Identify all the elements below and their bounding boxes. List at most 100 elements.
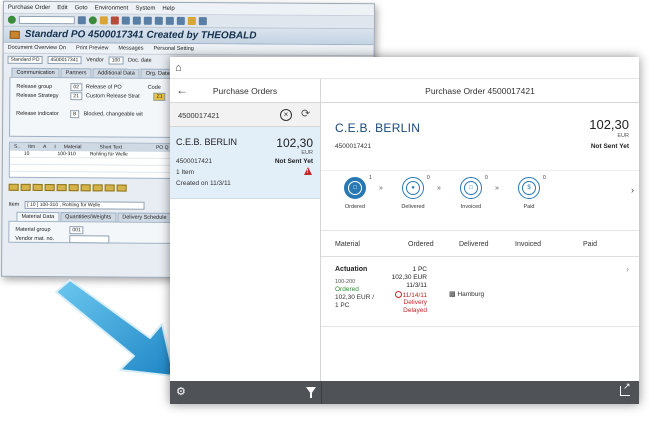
process-step-paid[interactable]: $ 0 Paid	[499, 175, 559, 210]
grid-tool-icon[interactable]	[116, 184, 127, 192]
list-item-currency: EUR	[301, 150, 313, 156]
search-bar: 4500017421 × ⟳	[170, 103, 320, 127]
page-prev-icon[interactable]	[154, 16, 163, 25]
personal-setting-button[interactable]: Personal Setting	[153, 46, 193, 52]
grid-tool-icon[interactable]	[44, 184, 55, 192]
list-item[interactable]: C.E.B. BERLIN 102,30 EUR 4500017421 Not …	[170, 127, 320, 199]
grid-tool-icon[interactable]	[104, 184, 115, 192]
home-icon[interactable]: ⌂	[175, 62, 182, 74]
filter-icon[interactable]	[306, 387, 316, 398]
tab-additional-data[interactable]: Additional Data	[92, 68, 140, 78]
clear-search-icon[interactable]: ×	[280, 109, 292, 121]
release-strategy-text: Custom Release Strat	[85, 92, 140, 100]
vendor-field[interactable]: 100	[108, 56, 124, 65]
ordered-qty: 1 PC	[412, 266, 427, 273]
release-indicator-code[interactable]: B	[70, 109, 80, 118]
grid-col-item: Itm	[28, 143, 36, 150]
menu-edit[interactable]: Edit	[57, 5, 67, 11]
help-icon[interactable]	[198, 17, 207, 26]
gear-icon[interactable]: ⚙	[176, 385, 186, 398]
object-amount: 102,30	[589, 117, 629, 132]
menu-purchase-order[interactable]: Purchase Order	[8, 4, 50, 10]
chevron-right-icon[interactable]: ›	[631, 185, 634, 195]
enter-icon[interactable]	[7, 15, 16, 24]
grid-tool-icon[interactable]	[20, 183, 31, 191]
object-vendor: C.E.B. BERLIN	[335, 121, 421, 135]
document-icon	[9, 30, 20, 39]
grid-tool-icon[interactable]	[68, 184, 79, 192]
new-session-icon[interactable]	[187, 16, 196, 26]
master-title: Purchase Orders	[212, 85, 278, 96]
row-material-id: 100-200	[335, 279, 356, 285]
grid-col-material: Material	[63, 144, 82, 151]
code-value: Z1	[153, 92, 166, 101]
exit-icon[interactable]	[99, 16, 108, 25]
ordered-count: 1	[369, 175, 372, 181]
cancel-icon[interactable]	[110, 16, 119, 25]
menu-help[interactable]: Help	[162, 5, 174, 11]
print-icon[interactable]	[121, 16, 130, 25]
invoiced-count: 0	[485, 175, 488, 181]
find-icon[interactable]	[132, 16, 141, 25]
ordered-date: 11/3/11	[406, 282, 427, 289]
messages-button[interactable]: Messages	[118, 46, 143, 52]
invoiced-circle: □ 0	[460, 175, 488, 199]
search-input[interactable]: 4500017421	[178, 111, 220, 120]
grid-tool-icon[interactable]	[92, 184, 103, 192]
row-amount: 102,30 EUR /	[335, 294, 375, 301]
list-item-created: Created on 11/3/11	[176, 180, 231, 187]
delivery-status-line-1: Delivery	[403, 299, 427, 306]
menu-goto[interactable]: Goto	[75, 5, 88, 11]
master-list-pane: ← Purchase Orders 4500017421 × ⟳ C.E.B. …	[170, 79, 321, 381]
share-icon[interactable]	[620, 381, 631, 396]
save-icon[interactable]	[77, 16, 86, 25]
box-icon: □	[348, 181, 362, 195]
process-step-delivered[interactable]: ● 0 Delivered	[383, 175, 443, 210]
table-row[interactable]: Actuation 100-200 Ordered 102,30 EUR / 1…	[321, 257, 639, 327]
tab-material-data[interactable]: Material Data	[16, 211, 60, 222]
process-flow: □ 1 Ordered » ● 0 Delivered » □ 0 Invoic…	[321, 171, 639, 231]
document-overview-button[interactable]: Document Overview On	[8, 45, 66, 51]
ordered-label: Ordered	[344, 204, 366, 210]
tab-quantities-weights[interactable]: Quantities/Weights	[60, 212, 117, 222]
print-preview-button[interactable]: Print Preview	[76, 45, 108, 51]
back-icon[interactable]	[88, 16, 97, 25]
po-number-field[interactable]: 4500017341	[47, 56, 82, 65]
material-group-field[interactable]: 001	[69, 225, 84, 234]
menu-system[interactable]: System	[135, 5, 155, 11]
grid-tool-icon[interactable]	[32, 183, 43, 191]
ordered-amount: 102,30 EUR	[391, 274, 427, 281]
delivery-status-line-2: Delayed	[403, 307, 427, 314]
paid-label: Paid	[523, 204, 535, 210]
chevron-right-icon[interactable]: ›	[626, 264, 629, 274]
delivered-label: Delivered	[401, 204, 425, 210]
col-delivered: Delivered	[459, 241, 489, 248]
grid-tool-icon[interactable]	[80, 184, 91, 192]
refresh-icon[interactable]: ⟳	[301, 107, 310, 120]
back-arrow-icon[interactable]: ←	[176, 83, 188, 97]
process-chevron-icon: »	[495, 185, 499, 192]
release-strategy-code[interactable]: 21	[70, 91, 82, 100]
doc-type-field[interactable]: Standard PO	[7, 55, 43, 64]
sap-window-title: Standard PO 4500017341 Created by THEOBA…	[24, 28, 257, 42]
process-step-invoiced[interactable]: □ 0 Invoiced	[441, 175, 501, 210]
release-group-code[interactable]: 02	[70, 82, 82, 91]
page-last-icon[interactable]	[176, 16, 185, 25]
tab-delivery-schedule[interactable]: Delivery Schedule	[117, 212, 172, 222]
command-field[interactable]	[18, 15, 75, 25]
list-item-count: 1 Item	[176, 169, 195, 176]
tab-partners[interactable]: Partners	[60, 68, 92, 78]
grid-short-text: Rohling für Welle	[89, 151, 128, 158]
col-invoiced: Invoiced	[515, 241, 542, 248]
vendor-mat-field[interactable]	[69, 234, 110, 243]
page-first-icon[interactable]	[143, 16, 152, 25]
menu-environment[interactable]: Environment	[95, 5, 129, 11]
item-select[interactable]: [ 10 ] 100-310 , Rohling für Welle	[24, 200, 145, 210]
page-next-icon[interactable]	[165, 16, 174, 25]
tab-communication[interactable]: Communication	[11, 67, 60, 78]
grid-col-i: I	[54, 144, 56, 151]
process-step-ordered[interactable]: □ 1 Ordered	[325, 175, 385, 210]
grid-tool-icon[interactable]	[8, 183, 19, 191]
clock-icon	[394, 291, 402, 298]
grid-tool-icon[interactable]	[56, 184, 67, 192]
